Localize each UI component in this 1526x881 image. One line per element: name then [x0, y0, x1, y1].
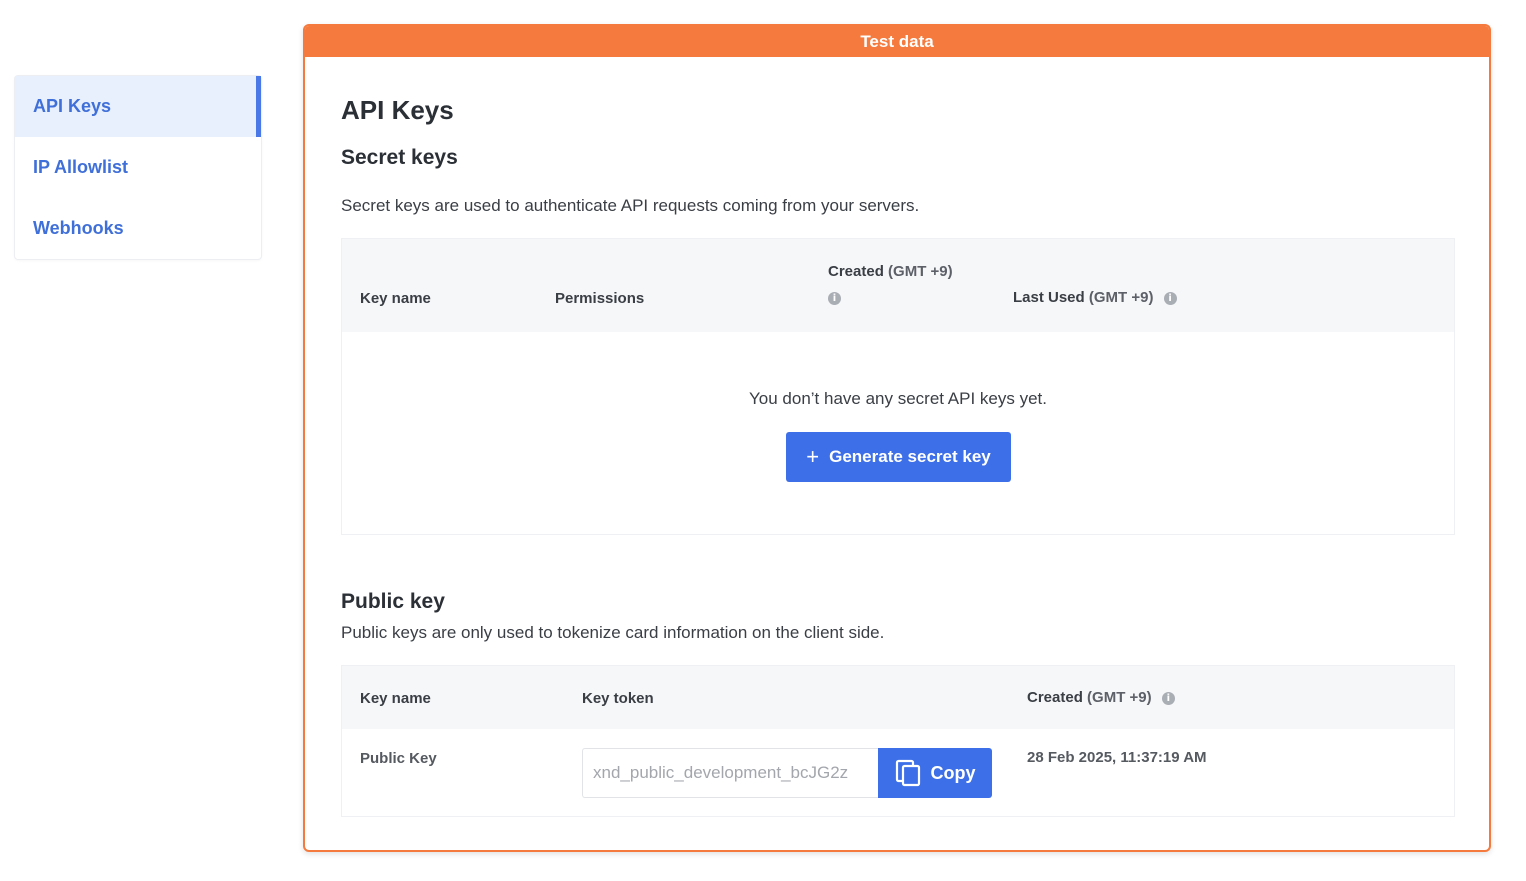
sidebar-item-webhooks[interactable]: Webhooks: [15, 198, 261, 259]
test-data-banner: Test data: [305, 26, 1489, 57]
secret-keys-heading: Secret keys: [341, 146, 458, 169]
public-key-description: Public keys are only used to tokenize ca…: [341, 623, 885, 642]
key-token-input[interactable]: [582, 748, 878, 798]
plus-icon: +: [806, 444, 820, 469]
key-token-field: Copy: [582, 748, 992, 798]
column-created-label: Created: [1027, 689, 1083, 706]
secret-keys-table: Key name Permissions Created (GMT +9) i …: [341, 238, 1455, 535]
copy-button-label: Copy: [930, 762, 976, 783]
column-created-timezone: (GMT +9): [888, 263, 953, 280]
public-key-name: Public Key: [360, 750, 437, 767]
secret-keys-description: Secret keys are used to authenticate API…: [341, 196, 920, 215]
column-last-used-label: Last Used: [1013, 289, 1085, 306]
copy-icon: [895, 759, 920, 787]
generate-secret-key-label: Generate secret key: [829, 447, 991, 466]
api-keys-card: Test data API Keys Secret keys Secret ke…: [303, 24, 1491, 852]
column-created-label: Created: [828, 263, 884, 280]
sidebar-item-ip-allowlist[interactable]: IP Allowlist: [15, 137, 261, 198]
copy-button[interactable]: Copy: [878, 748, 992, 798]
column-created: Created (GMT +9) i: [1027, 689, 1175, 706]
settings-sidebar: API Keys IP Allowlist Webhooks: [14, 75, 262, 260]
public-key-table: Key name Key token Created (GMT +9) i Pu…: [341, 665, 1455, 817]
info-icon[interactable]: i: [1163, 291, 1177, 305]
public-key-heading: Public key: [341, 590, 445, 613]
column-key-name: Key name: [360, 690, 431, 707]
column-key-name: Key name: [360, 290, 431, 307]
column-last-used-timezone: (GMT +9): [1088, 289, 1154, 306]
sidebar-item-api-keys[interactable]: API Keys: [15, 76, 261, 137]
empty-state-text: You don’t have any secret API keys yet.: [749, 389, 1047, 408]
secret-keys-table-header: Key name Permissions Created (GMT +9) i …: [342, 239, 1454, 332]
column-created: Created (GMT +9): [828, 263, 953, 280]
column-key-token: Key token: [582, 690, 654, 707]
column-permissions: Permissions: [555, 290, 645, 307]
column-created-timezone: (GMT +9): [1087, 689, 1152, 706]
generate-secret-key-button[interactable]: + Generate secret key: [786, 432, 1011, 482]
info-icon[interactable]: i: [828, 292, 841, 305]
info-icon[interactable]: i: [1161, 691, 1175, 705]
column-last-used: Last Used (GMT +9) i: [1013, 289, 1177, 306]
page-title: API Keys: [341, 95, 454, 125]
public-key-table-header: Key name Key token Created (GMT +9) i: [342, 666, 1454, 729]
public-key-created: 28 Feb 2025, 11:37:19 AM: [1027, 749, 1207, 766]
